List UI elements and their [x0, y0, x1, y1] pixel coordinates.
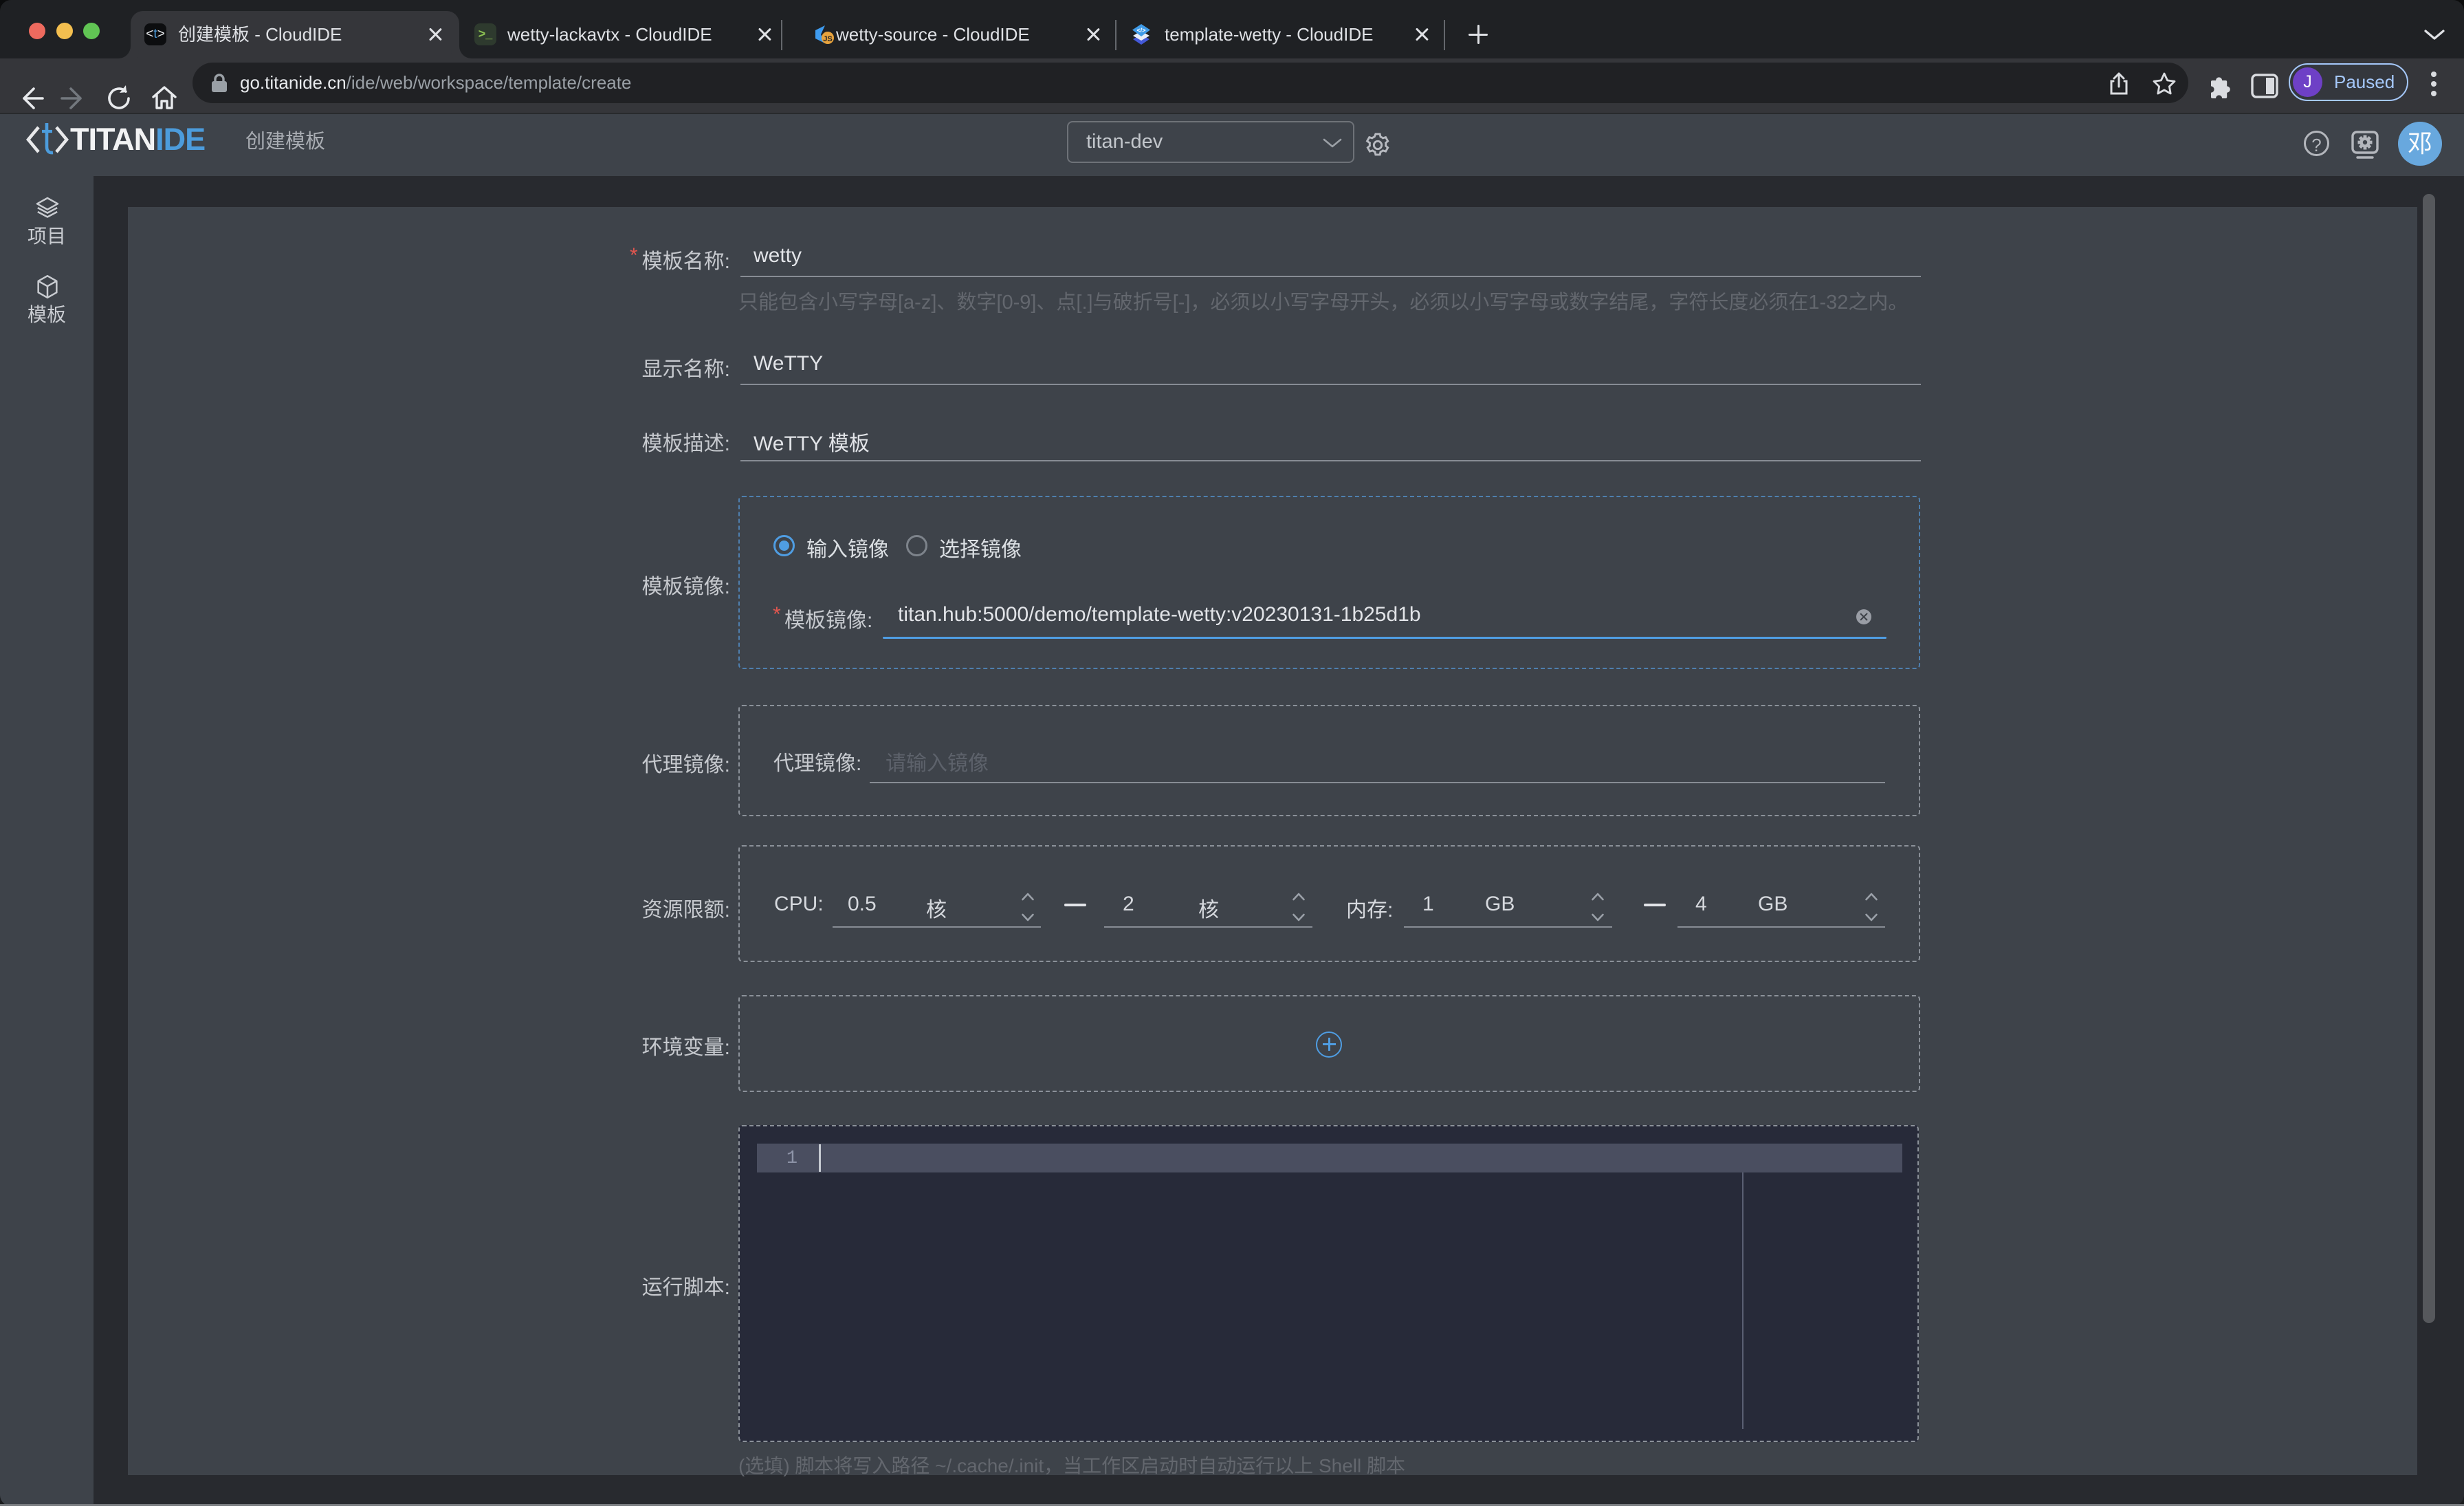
svg-text:JS: JS: [823, 35, 832, 43]
svg-text:</>: </>: [1136, 27, 1145, 34]
